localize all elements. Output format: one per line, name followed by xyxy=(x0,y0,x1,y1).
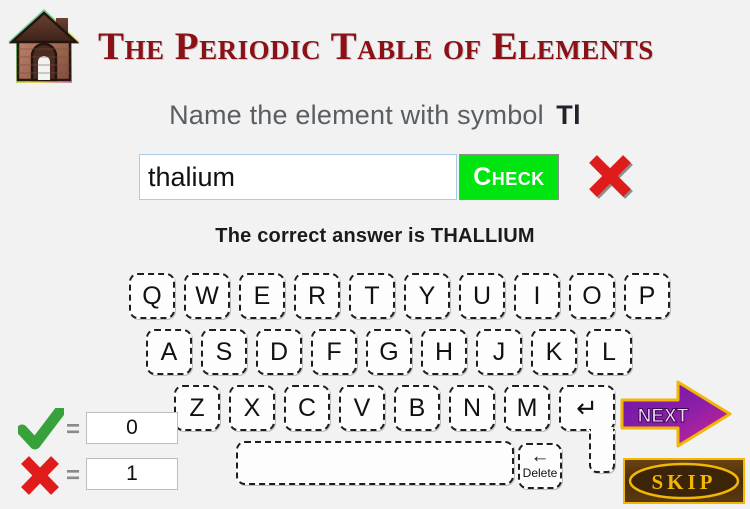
key-v[interactable]: V xyxy=(339,385,385,431)
key-h[interactable]: H xyxy=(421,329,467,375)
score-row-wrong: = 1 xyxy=(18,456,183,496)
key-i[interactable]: I xyxy=(514,273,560,319)
key-d[interactable]: D xyxy=(256,329,302,375)
score-wrong-value: 1 xyxy=(86,458,178,490)
answer-row: Check xyxy=(139,154,633,204)
score-row-correct: = 0 xyxy=(16,405,183,450)
key-a[interactable]: A xyxy=(146,329,192,375)
key-space[interactable] xyxy=(236,441,514,485)
key-s[interactable]: S xyxy=(201,329,247,375)
check-button[interactable]: Check xyxy=(459,154,559,200)
key-l[interactable]: L xyxy=(586,329,632,375)
key-delete-label: Delete xyxy=(522,466,558,480)
score-panel: = 0 = 1 xyxy=(16,405,183,504)
skip-button-label: SKIP xyxy=(651,470,716,494)
next-button-label: NEXT xyxy=(638,406,689,427)
key-b[interactable]: B xyxy=(394,385,440,431)
key-w[interactable]: W xyxy=(184,273,230,319)
key-f[interactable]: F xyxy=(311,329,357,375)
key-e[interactable]: E xyxy=(239,273,285,319)
key-enter[interactable]: ↵ xyxy=(559,385,615,431)
skip-button[interactable]: SKIP xyxy=(623,458,745,504)
key-p[interactable]: P xyxy=(624,273,670,319)
delete-arrow-icon: ← xyxy=(530,446,550,467)
key-enter-stem[interactable] xyxy=(589,429,615,473)
green-check-icon xyxy=(16,405,66,452)
question-prompt: Name the element with symbol xyxy=(169,100,544,130)
key-r[interactable]: R xyxy=(294,273,340,319)
red-x-icon xyxy=(18,454,64,498)
score-correct-value: 0 xyxy=(86,412,178,444)
key-t[interactable]: T xyxy=(349,273,395,319)
key-o[interactable]: O xyxy=(569,273,615,319)
key-m[interactable]: M xyxy=(504,385,550,431)
home-icon[interactable] xyxy=(4,4,84,88)
score-equals-wrong: = xyxy=(66,462,81,489)
key-n[interactable]: N xyxy=(449,385,495,431)
key-x[interactable]: X xyxy=(229,385,275,431)
wrong-answer-icon xyxy=(584,150,640,206)
header: The Periodic Table of Elements xyxy=(0,0,750,92)
key-delete[interactable]: ← Delete xyxy=(518,443,562,489)
question-row: Name the element with symbol Tl xyxy=(0,100,750,131)
score-equals-correct: = xyxy=(66,416,81,443)
page-title: The Periodic Table of Elements xyxy=(98,25,654,68)
key-g[interactable]: G xyxy=(366,329,412,375)
key-c[interactable]: C xyxy=(284,385,330,431)
key-q[interactable]: Q xyxy=(129,273,175,319)
key-j[interactable]: J xyxy=(476,329,522,375)
key-u[interactable]: U xyxy=(459,273,505,319)
next-button[interactable]: NEXT xyxy=(616,378,736,450)
element-symbol: Tl xyxy=(556,100,581,130)
key-enter-joint xyxy=(591,427,613,433)
key-y[interactable]: Y xyxy=(404,273,450,319)
key-k[interactable]: K xyxy=(531,329,577,375)
feedback-text: The correct answer is THALLIUM xyxy=(215,225,535,247)
answer-input[interactable] xyxy=(139,154,457,200)
